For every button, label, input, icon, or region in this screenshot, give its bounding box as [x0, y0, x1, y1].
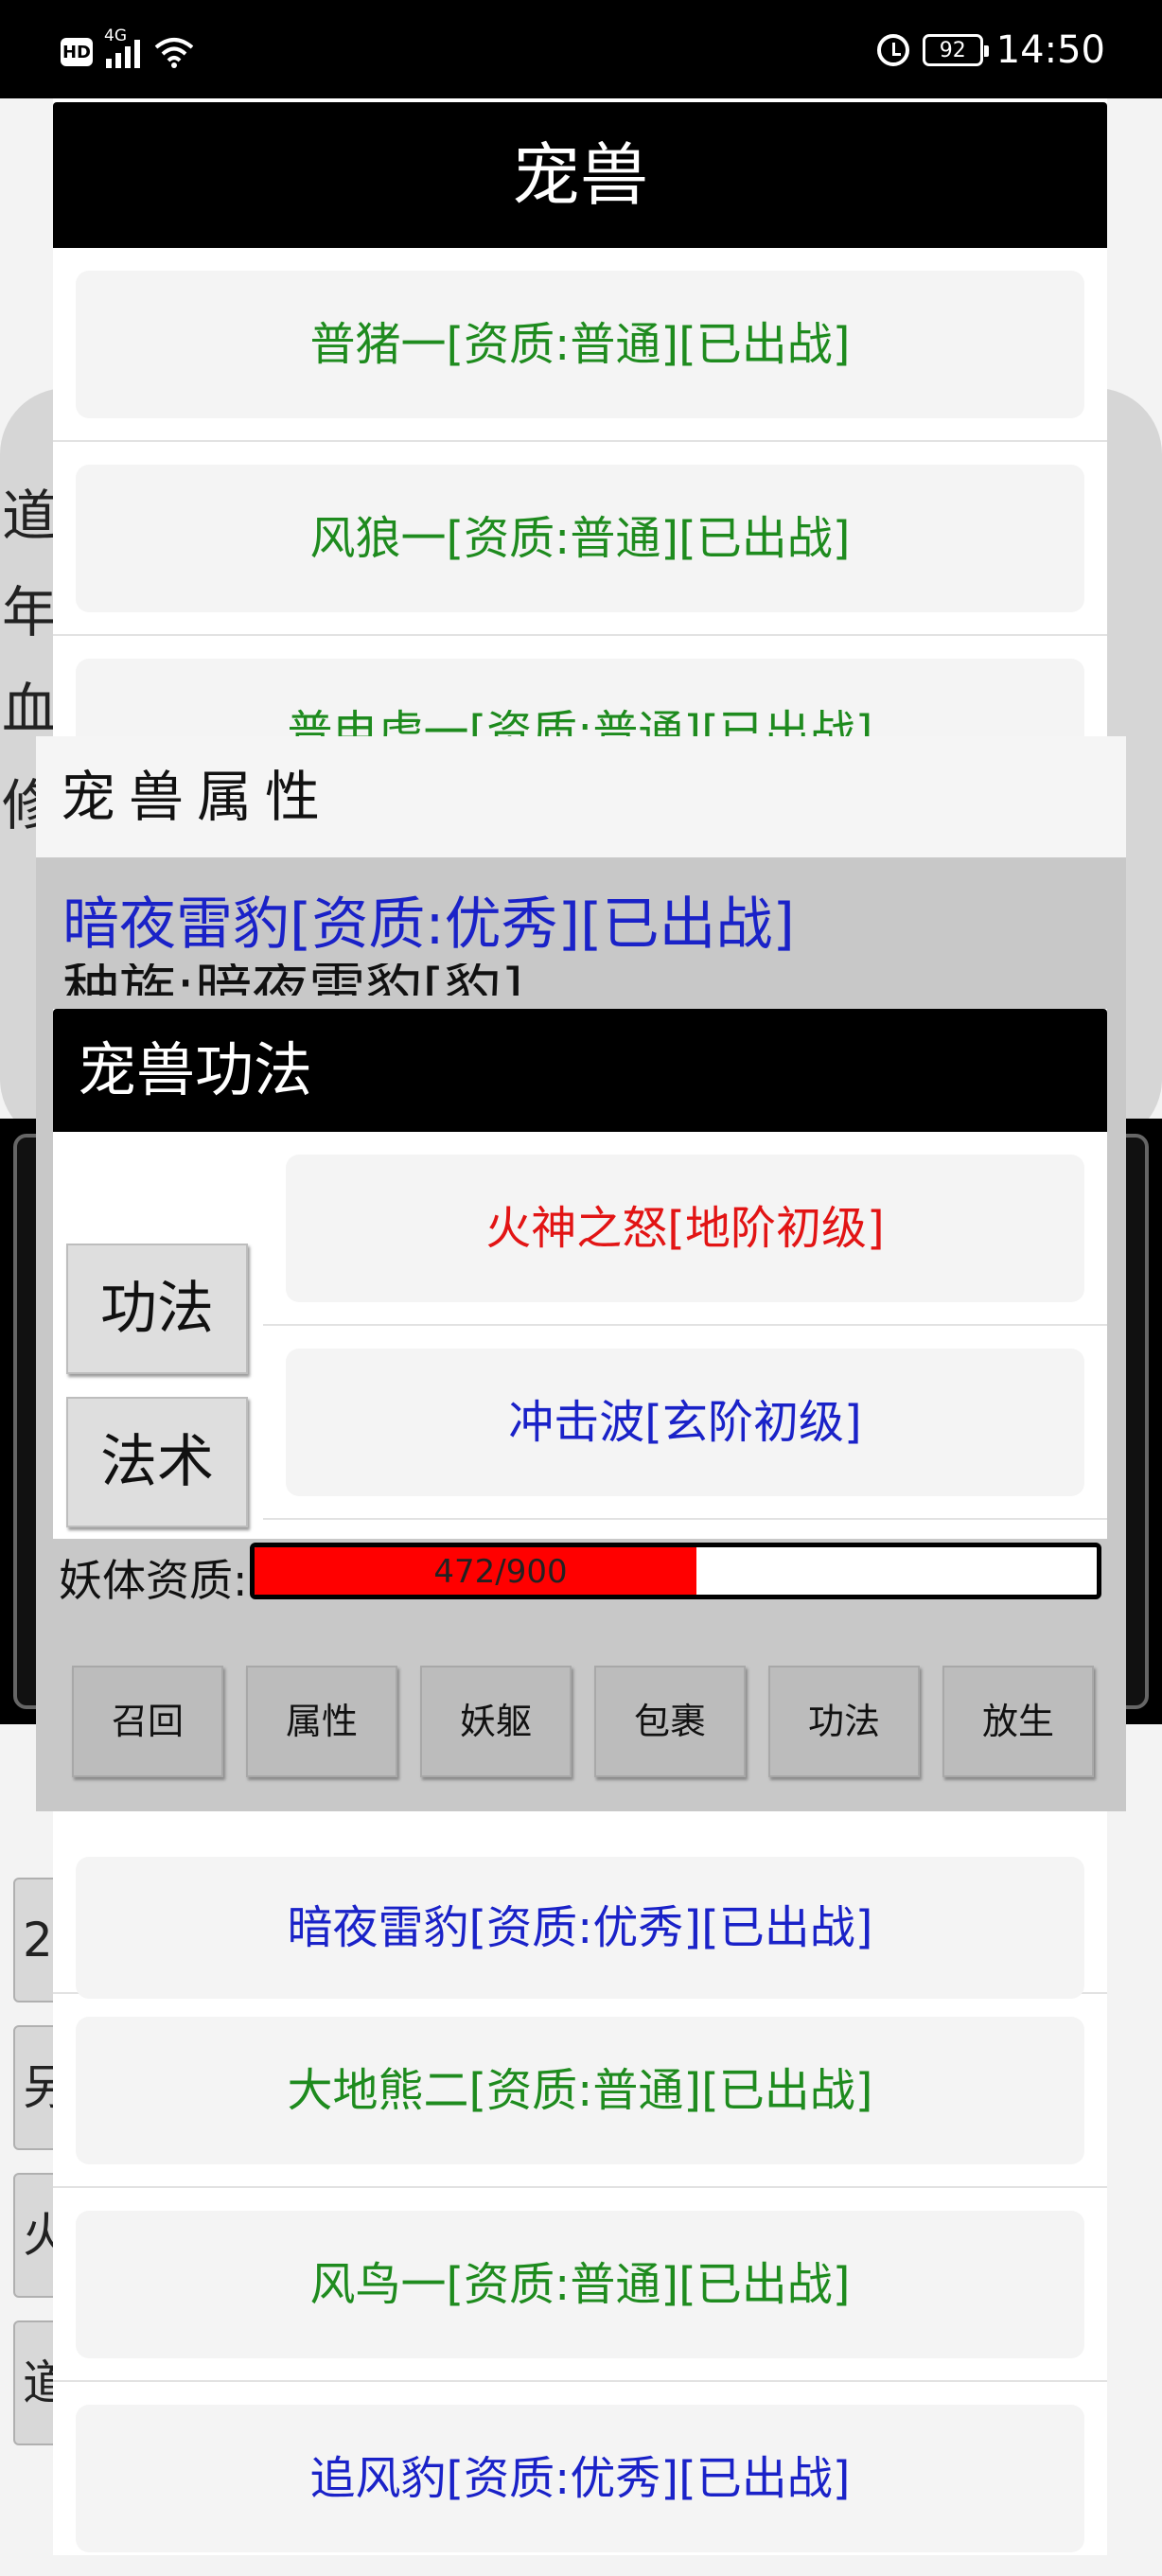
- hd-icon: HD: [61, 38, 93, 66]
- skill-button[interactable]: 冲击波[玄阶初级]: [286, 1349, 1084, 1496]
- tab-fashu[interactable]: 法术: [66, 1397, 248, 1527]
- battery-icon: 92: [922, 34, 989, 66]
- pet-attributes-title: 宠兽属性: [36, 736, 1126, 857]
- quality-progress-text: 472/900: [433, 1553, 568, 1591]
- signal-icon: 4G: [104, 26, 140, 68]
- pet-list-item: 追风豹[资质:优秀][已出战]: [53, 2382, 1107, 2576]
- demon-body-button[interactable]: 妖躯: [420, 1666, 572, 1777]
- quality-progress-bar: 472/900: [250, 1543, 1101, 1599]
- pet-skills-title: 宠兽功法: [53, 1009, 1107, 1132]
- pet-button[interactable]: 暗夜雷豹[资质:优秀][已出战]: [76, 1857, 1084, 1999]
- skill-list-item: 火神之怒[地阶初级]: [263, 1132, 1107, 1326]
- background-stat: 血: [2, 677, 58, 741]
- pet-list-item: 暗夜雷豹[资质:优秀][已出战]: [53, 1800, 1107, 1999]
- clock: 14:50: [995, 28, 1105, 72]
- pet-name: 暗夜雷豹[资质:优秀][已出战]: [62, 891, 795, 958]
- wifi-icon: [154, 38, 194, 68]
- pet-button[interactable]: 风鸟一[资质:普通][已出战]: [76, 2211, 1084, 2358]
- quality-label: 妖体资质:: [59, 1555, 248, 1606]
- background-stat: 道: [2, 484, 58, 548]
- pet-list-item: 大地熊二[资质:普通][已出战]: [53, 1994, 1107, 2188]
- skill-button[interactable]: 火神之怒[地阶初级]: [286, 1155, 1084, 1302]
- pet-list-item: 风狼一[资质:普通][已出战]: [53, 442, 1107, 636]
- pet-list-item: 普猪一[资质:普通][已出战]: [53, 248, 1107, 442]
- status-right: 92 14:50: [876, 28, 1105, 72]
- tab-gongfa[interactable]: 功法: [66, 1244, 248, 1374]
- pet-list-item: 风鸟一[资质:普通][已出战]: [53, 2188, 1107, 2382]
- status-bar: HD 4G 92 14:50: [0, 0, 1162, 98]
- pet-skills-dialog: 宠兽功法 功法 法术 火神之怒[地阶初级] 冲击波[玄阶初级]: [53, 1009, 1107, 1539]
- skills-button[interactable]: 功法: [768, 1666, 920, 1777]
- background-stat: 年: [2, 580, 58, 644]
- network-type: 4G: [104, 26, 127, 45]
- recall-button[interactable]: 召回: [72, 1666, 223, 1777]
- attributes-button[interactable]: 属性: [246, 1666, 397, 1777]
- pet-button[interactable]: 大地熊二[资质:普通][已出战]: [76, 2017, 1084, 2164]
- release-button[interactable]: 放生: [942, 1666, 1094, 1777]
- pet-race-text: 种族:暗夜雷豹[豹]: [62, 963, 523, 996]
- bag-button[interactable]: 包裹: [594, 1666, 746, 1777]
- pet-list-title: 宠兽: [53, 102, 1107, 248]
- pet-button[interactable]: 风狼一[资质:普通][已出战]: [76, 465, 1084, 612]
- pet-button[interactable]: 普猪一[资质:普通][已出战]: [76, 271, 1084, 418]
- skill-list-item: 冲击波[玄阶初级]: [263, 1326, 1107, 1520]
- alarm-icon: [876, 34, 909, 66]
- status-left: HD 4G: [61, 26, 195, 68]
- pet-button[interactable]: 追风豹[资质:优秀][已出战]: [76, 2405, 1084, 2552]
- pet-race: 种族:暗夜雷豹[豹]: [62, 963, 592, 996]
